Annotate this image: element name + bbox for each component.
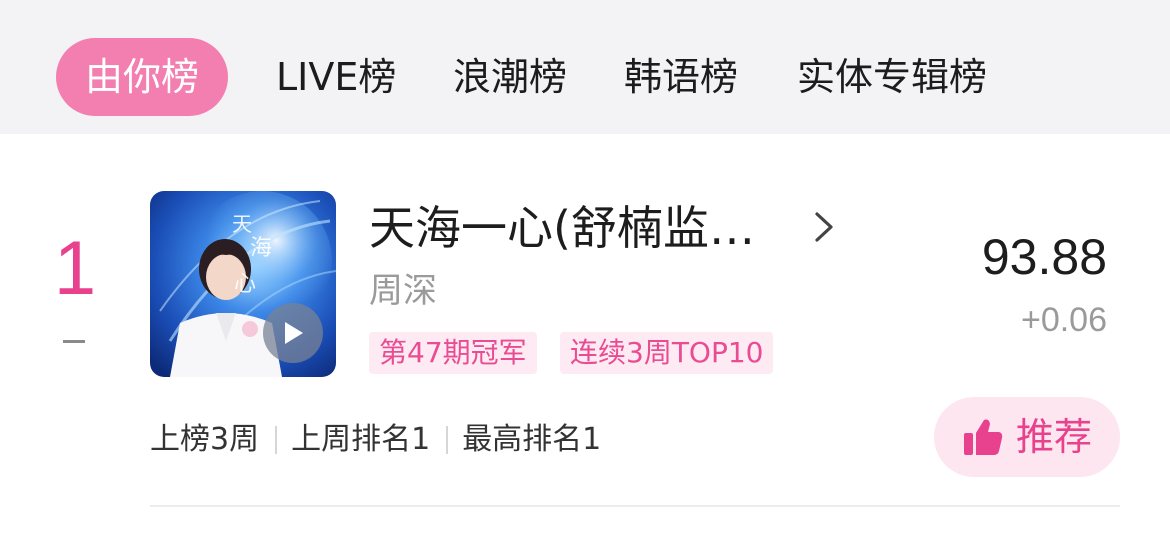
stats-divider [446,426,449,454]
chart-stats: 上榜3周 上周排名1 最高排名1 [150,418,601,462]
svg-text:心: 心 [234,272,256,297]
tab-korean-chart[interactable]: 韩语榜 [624,38,738,116]
artist-name[interactable]: 周深 [369,268,437,314]
thumbs-up-icon [963,419,1003,455]
song-detail-link[interactable] [812,210,836,248]
recommend-label: 推荐 [1015,415,1092,459]
chart-tab-bar: 由你榜 LIVE榜 浪潮榜 韩语榜 实体专辑榜 [0,0,1170,134]
tab-youni-chart[interactable]: 由你榜 [56,38,228,116]
svg-text:天: 天 [232,212,252,236]
play-button[interactable] [263,303,323,363]
weeks-on-chart: 上榜3周 [150,422,260,457]
score-delta: +0.06 [1020,301,1107,339]
tab-wave-chart[interactable]: 浪潮榜 [453,38,567,116]
stats-divider [275,426,278,454]
svg-text:海: 海 [250,236,272,261]
rank-change-indicator [63,340,85,343]
top10-streak-badge: 连续3周TOP10 [560,332,774,374]
recommend-button[interactable]: 推荐 [934,397,1120,477]
champion-badge: 第47期冠军 [369,332,537,374]
song-title[interactable]: 天海一心(舒楠监… [369,198,755,258]
tab-live-chart[interactable]: LIVE榜 [276,38,396,116]
play-icon [285,322,303,344]
row-divider [150,505,1120,507]
peak-rank: 最高排名1 [462,422,602,457]
last-week-rank: 上周排名1 [291,422,431,457]
chart-score: 93.88 [981,229,1107,285]
album-cover[interactable]: 天 海 心 [150,191,336,377]
chevron-right-icon [815,212,833,242]
rank-number: 1 [53,226,97,311]
tab-physical-album-chart[interactable]: 实体专辑榜 [797,38,987,116]
